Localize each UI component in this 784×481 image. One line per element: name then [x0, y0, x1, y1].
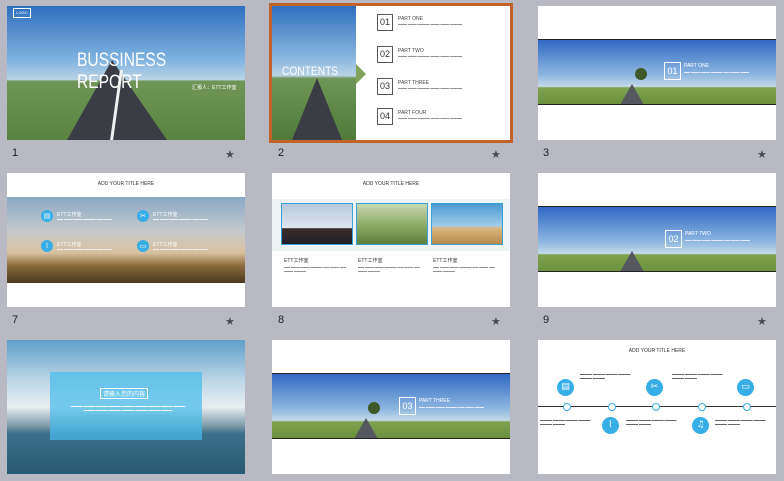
slide-thumbnail-12[interactable]: ADD YOUR TITLE HERE ▤ ✂ ▭ ⌇ ♫ ▬▬▬▬ ▬▬▬▬ …	[538, 340, 776, 474]
star-icon[interactable]: ★	[757, 148, 767, 161]
slide-number: 7	[12, 314, 19, 326]
slide-heading: ADD YOUR TITLE HERE	[97, 181, 155, 187]
star-icon[interactable]: ★	[225, 148, 235, 161]
slide-thumbnail-11[interactable]: 03 PART THREE ▬▬ ▬▬▬ ▬▬▬ ▬▬▬▬ ▬▬ ▬▬▬ ▬▬▬	[272, 340, 510, 474]
slide-number: 8	[278, 314, 285, 326]
slide-thumbnail-1[interactable]: LOGO BUSSINESS REPORT 汇报人：ETT工作室	[7, 6, 245, 140]
monitor-icon: ▭	[137, 240, 149, 252]
shoe-icon: ⌇	[41, 240, 53, 252]
col-title-1: ETT工作室	[284, 258, 309, 264]
star-icon[interactable]: ★	[491, 148, 501, 161]
part-label: PART ONE	[684, 63, 710, 69]
slide-thumbnail-8[interactable]: ADD YOUR TITLE HERE ETT工作室 ▬▬ ▬▬▬ ▬▬▬ ▬▬…	[272, 173, 510, 307]
scissors-icon: ✂	[137, 210, 149, 222]
contents-num-1: 01	[377, 14, 393, 31]
photo-person	[281, 203, 353, 245]
photo-sign	[431, 203, 503, 245]
scissors-icon: ✂	[646, 379, 663, 396]
slide-thumbnail-9[interactable]: 02 PART TWO ▬▬ ▬▬▬ ▬▬▬ ▬▬▬▬ ▬▬ ▬▬▬ ▬▬▬	[538, 173, 776, 307]
shoe-icon: ⌇	[602, 417, 619, 434]
contents-num-2: 02	[377, 46, 393, 63]
slide-thumbnail-3[interactable]: 01 PART ONE ▬▬ ▬▬▬ ▬▬▬ ▬▬▬▬ ▬▬ ▬▬▬ ▬▬▬	[538, 6, 776, 140]
contents-num-4: 04	[377, 108, 393, 125]
slide-subtitle: 汇报人：ETT工作室	[192, 85, 237, 91]
slide-heading: ADD YOUR TITLE HERE	[628, 348, 686, 354]
slide-number: 2	[278, 147, 285, 159]
contents-title: CONTENTS	[282, 64, 339, 78]
document-icon: ▤	[41, 210, 53, 222]
part-label: PART TWO	[685, 231, 711, 237]
part-number-box: 01	[664, 62, 681, 80]
content-box-title: 请输入您的内容	[100, 388, 149, 399]
col-title-2: ETT工作室	[358, 258, 383, 264]
part-label: PART THREE	[419, 398, 451, 404]
part-number-box: 03	[399, 397, 416, 415]
document-icon: ▤	[557, 379, 574, 396]
star-icon[interactable]: ★	[491, 315, 501, 328]
star-icon[interactable]: ★	[757, 315, 767, 328]
music-icon: ♫	[692, 417, 709, 434]
slide-thumbnail-7[interactable]: ADD YOUR TITLE HERE ▤ ETT工作室 ▬▬ ▬▬▬ ▬▬▬ …	[7, 173, 245, 307]
contents-num-3: 03	[377, 78, 393, 95]
col-title-3: ETT工作室	[433, 258, 458, 264]
photo-grass	[356, 203, 428, 245]
logo-badge: LOGO	[13, 8, 31, 18]
monitor-icon: ▭	[737, 379, 754, 396]
slide-thumbnail-2[interactable]: CONTENTS 01 PART ONE ▬▬▬ ▬▬▬ ▬▬▬▬ ▬▬▬ ▬▬…	[269, 3, 513, 143]
slide-number: 9	[543, 314, 550, 326]
slide-number: 3	[543, 147, 550, 159]
part-number-box: 02	[665, 230, 682, 248]
slide-number: 1	[12, 147, 19, 159]
star-icon[interactable]: ★	[225, 315, 235, 328]
slide-thumbnail-10[interactable]: 请输入您的内容 ▬▬▬▬ ▬▬▬▬ ▬▬▬▬ ▬▬▬▬ ▬▬▬▬ ▬▬▬▬ ▬▬…	[7, 340, 245, 474]
slide-heading: ADD YOUR TITLE HERE	[362, 181, 420, 187]
